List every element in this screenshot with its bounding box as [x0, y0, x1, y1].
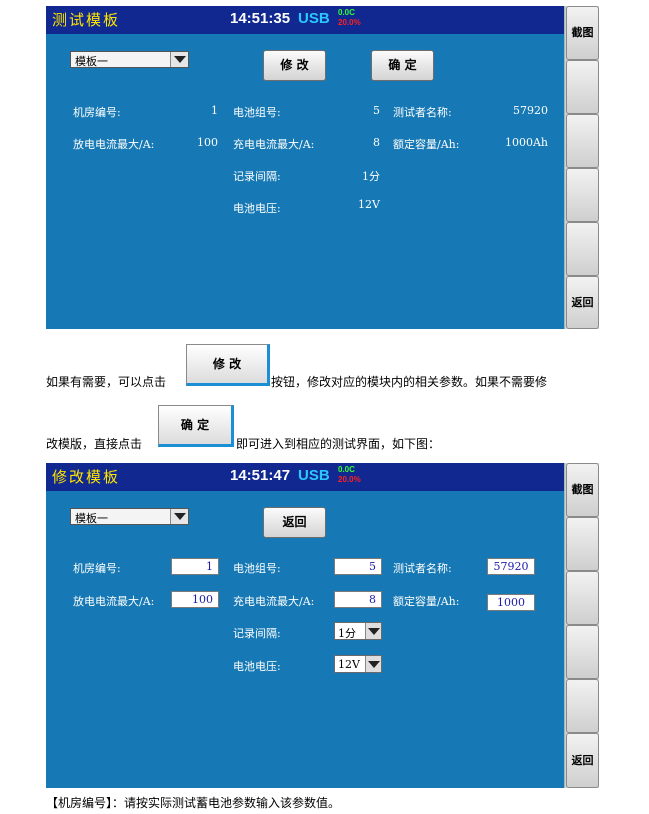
clock: 14:51:47: [230, 467, 291, 484]
group-label: 电池组号:: [233, 562, 281, 575]
side-button-2[interactable]: [566, 517, 599, 571]
interval-label: 记录间隔:: [233, 627, 281, 640]
chevron-down-icon[interactable]: [365, 623, 381, 639]
interval-select-value: 1分: [338, 627, 356, 640]
sidebar: 截图 返回: [564, 6, 599, 329]
screen-modify-template: 修改模板 14:51:47 USB 0.0C 20.0% 模板一 返回 机房编号…: [46, 463, 599, 788]
tester-value: 57920: [513, 104, 548, 117]
percent-indicator: 20.0%: [338, 18, 361, 27]
side-button-4[interactable]: [566, 625, 599, 679]
interval-label: 记录间隔:: [233, 170, 281, 183]
side-button-3[interactable]: [566, 571, 599, 625]
charge-value: 8: [373, 136, 380, 149]
capacity-value: 1000Ah: [504, 136, 548, 149]
title-bar: 修改模板 14:51:47 USB 0.0C 20.0%: [46, 463, 564, 491]
screen-title: 测试模板: [52, 11, 121, 29]
voltage-select-value: 12V: [338, 658, 360, 671]
template-select-value: 模板一: [75, 55, 108, 68]
template-select[interactable]: 模板一: [70, 508, 189, 525]
voltage-label: 电池电压:: [233, 660, 281, 673]
footer-note: 【机房编号】：请按实际测试蓄电池参数输入该参数值。: [46, 796, 341, 810]
template-select-value: 模板一: [75, 512, 108, 525]
template-select[interactable]: 模板一: [70, 51, 189, 68]
charge-label: 充电电流最大/A:: [233, 138, 315, 151]
main-panel: 模板一 修 改 确 定 机房编号: 1 电池组号: 5 测试者名称: 57920…: [46, 34, 564, 329]
paragraph-line2-before: 改模版，直接点击: [46, 437, 143, 451]
group-label: 电池组号:: [233, 106, 281, 119]
side-button-5[interactable]: [566, 222, 599, 276]
voltage-label: 电池电压:: [233, 202, 281, 215]
back-side-button[interactable]: 返回: [566, 276, 599, 329]
voltage-value: 12V: [358, 198, 380, 211]
discharge-value: 100: [197, 136, 218, 149]
inline-modify-button: 修 改: [186, 344, 270, 386]
paragraph-line2-after: 即可进入到相应的测试界面，如下图：: [236, 437, 441, 451]
usb-indicator: USB: [298, 467, 330, 484]
inline-confirm-button: 确 定: [158, 405, 234, 447]
confirm-button[interactable]: 确 定: [371, 50, 434, 81]
screen-test-template: 测试模板 14:51:35 USB 0.0C 20.0% 模板一 修 改 确 定…: [46, 6, 599, 329]
paragraph-line1-after: 按钮，修改对应的模块内的相关参数。如果不需要修: [271, 375, 548, 389]
room-no-input[interactable]: 1: [171, 558, 219, 575]
room-no-label: 机房编号:: [73, 106, 121, 119]
screenshot-button[interactable]: 截图: [566, 463, 599, 517]
capacity-input[interactable]: 1000: [487, 594, 535, 611]
interval-select[interactable]: 1分: [334, 622, 382, 640]
paragraph-line1-before: 如果有需要，可以点击: [46, 375, 167, 389]
temperature-indicator: 0.0C: [338, 8, 355, 17]
voltage-select[interactable]: 12V: [334, 655, 382, 673]
title-bar: 测试模板 14:51:35 USB 0.0C 20.0%: [46, 6, 564, 34]
interval-value: 1分: [362, 170, 380, 183]
room-no-value: 1: [211, 104, 218, 117]
side-button-4[interactable]: [566, 168, 599, 222]
back-side-button[interactable]: 返回: [566, 733, 599, 788]
side-button-2[interactable]: [566, 60, 599, 114]
discharge-label: 放电电流最大/A:: [73, 595, 155, 608]
tester-input[interactable]: 57920: [487, 558, 535, 575]
modify-button[interactable]: 修 改: [263, 50, 326, 81]
group-value: 5: [373, 104, 380, 117]
group-input[interactable]: 5: [334, 558, 382, 575]
back-button[interactable]: 返回: [263, 507, 326, 538]
chevron-down-icon[interactable]: [170, 509, 188, 524]
capacity-label: 额定容量/Ah:: [393, 595, 460, 608]
main-panel: 模板一 返回 机房编号: 1 电池组号: 5 测试者名称: 57920 放电电流…: [46, 491, 564, 788]
discharge-input[interactable]: 100: [171, 591, 219, 608]
side-button-5[interactable]: [566, 679, 599, 733]
screenshot-button[interactable]: 截图: [566, 6, 599, 60]
room-no-label: 机房编号:: [73, 562, 121, 575]
usb-indicator: USB: [298, 10, 330, 27]
temperature-indicator: 0.0C: [338, 465, 355, 474]
tester-label: 测试者名称:: [393, 106, 452, 119]
tester-label: 测试者名称:: [393, 562, 452, 575]
clock: 14:51:35: [230, 10, 291, 27]
charge-label: 充电电流最大/A:: [233, 595, 315, 608]
sidebar: 截图 返回: [564, 463, 599, 788]
charge-input[interactable]: 8: [334, 591, 382, 608]
capacity-label: 额定容量/Ah:: [393, 138, 460, 151]
chevron-down-icon[interactable]: [365, 656, 381, 672]
percent-indicator: 20.0%: [338, 475, 361, 484]
discharge-label: 放电电流最大/A:: [73, 138, 155, 151]
chevron-down-icon[interactable]: [170, 52, 188, 67]
side-button-3[interactable]: [566, 114, 599, 168]
screen-title: 修改模板: [52, 468, 121, 486]
